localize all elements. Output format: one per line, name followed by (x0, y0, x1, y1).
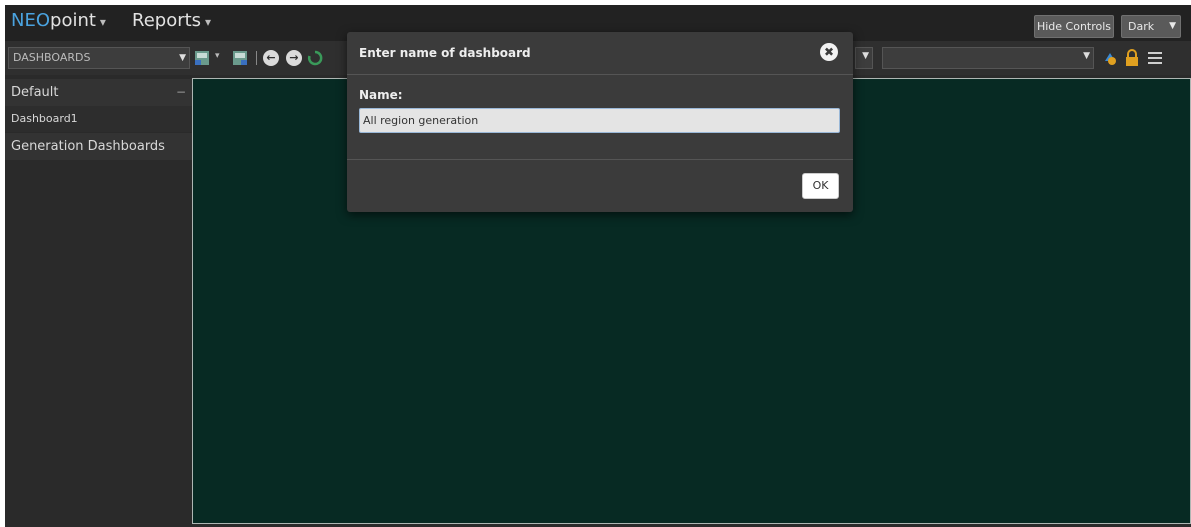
toolbar-divider (256, 51, 257, 65)
sidebar-item-label: Dashboard1 (11, 112, 78, 125)
dashboard-name-input[interactable] (359, 108, 840, 133)
hide-controls-button[interactable]: Hide Controls (1034, 15, 1114, 38)
theme-select-value: Dark (1128, 20, 1155, 33)
reports-menu[interactable]: Reports ▾ (132, 9, 211, 34)
sidebar-group-label: Generation Dashboards (11, 139, 165, 154)
forward-arrow-icon[interactable]: → (286, 50, 302, 66)
dialog-title: Enter name of dashboard (359, 46, 531, 60)
reports-label: Reports (132, 10, 202, 31)
chevron-down-icon: ▼ (179, 53, 186, 63)
sidebar-group-label: Default (11, 85, 59, 100)
brand-menu[interactable]: NEOpoint ▾ (11, 9, 106, 34)
back-arrow-icon[interactable]: ← (263, 50, 279, 66)
list-icon[interactable] (1146, 49, 1164, 67)
ok-button[interactable]: OK (802, 173, 839, 199)
sidebar-item-dashboard1[interactable]: Dashboard1 (5, 106, 192, 132)
brand-neo: NEO (11, 10, 51, 31)
dialog-footer-divider (347, 159, 853, 160)
chevron-down-icon: ▼ (1083, 51, 1090, 61)
chevron-down-icon: ▼ (862, 51, 869, 61)
dashboard-sidebar: Default − Dashboard1 Generation Dashboar… (5, 75, 192, 527)
close-icon[interactable]: ✖ (820, 43, 838, 61)
refresh-icon[interactable] (307, 50, 323, 66)
sidebar-group-generation-dashboards[interactable]: Generation Dashboards (5, 133, 192, 160)
lock-icon[interactable] (1123, 49, 1141, 67)
collapse-icon[interactable]: − (176, 79, 186, 106)
name-label: Name: (359, 88, 403, 102)
brand-caret-icon: ▾ (99, 15, 106, 29)
download-icon[interactable] (1101, 49, 1119, 67)
reports-caret-icon: ▾ (205, 15, 212, 29)
save-dashboard-icon[interactable] (194, 49, 212, 67)
brand-point: point (50, 10, 96, 31)
save-menu-caret-icon[interactable]: ▾ (215, 51, 220, 61)
dashboards-select-value: DASHBOARDS (13, 51, 91, 64)
dashboard-name-dialog: Enter name of dashboard ✖ Name: OK (347, 32, 853, 212)
theme-select[interactable]: Dark ▼ (1121, 15, 1181, 38)
sidebar-group-default[interactable]: Default − (5, 79, 192, 106)
filter-select-1[interactable]: ▼ (855, 47, 873, 69)
save-as-icon[interactable] (232, 49, 250, 67)
dashboards-select[interactable]: DASHBOARDS ▼ (8, 47, 190, 69)
chevron-down-icon: ▼ (1169, 21, 1176, 31)
filter-select-2[interactable]: ▼ (882, 47, 1094, 69)
dialog-header: Enter name of dashboard ✖ (347, 32, 853, 75)
